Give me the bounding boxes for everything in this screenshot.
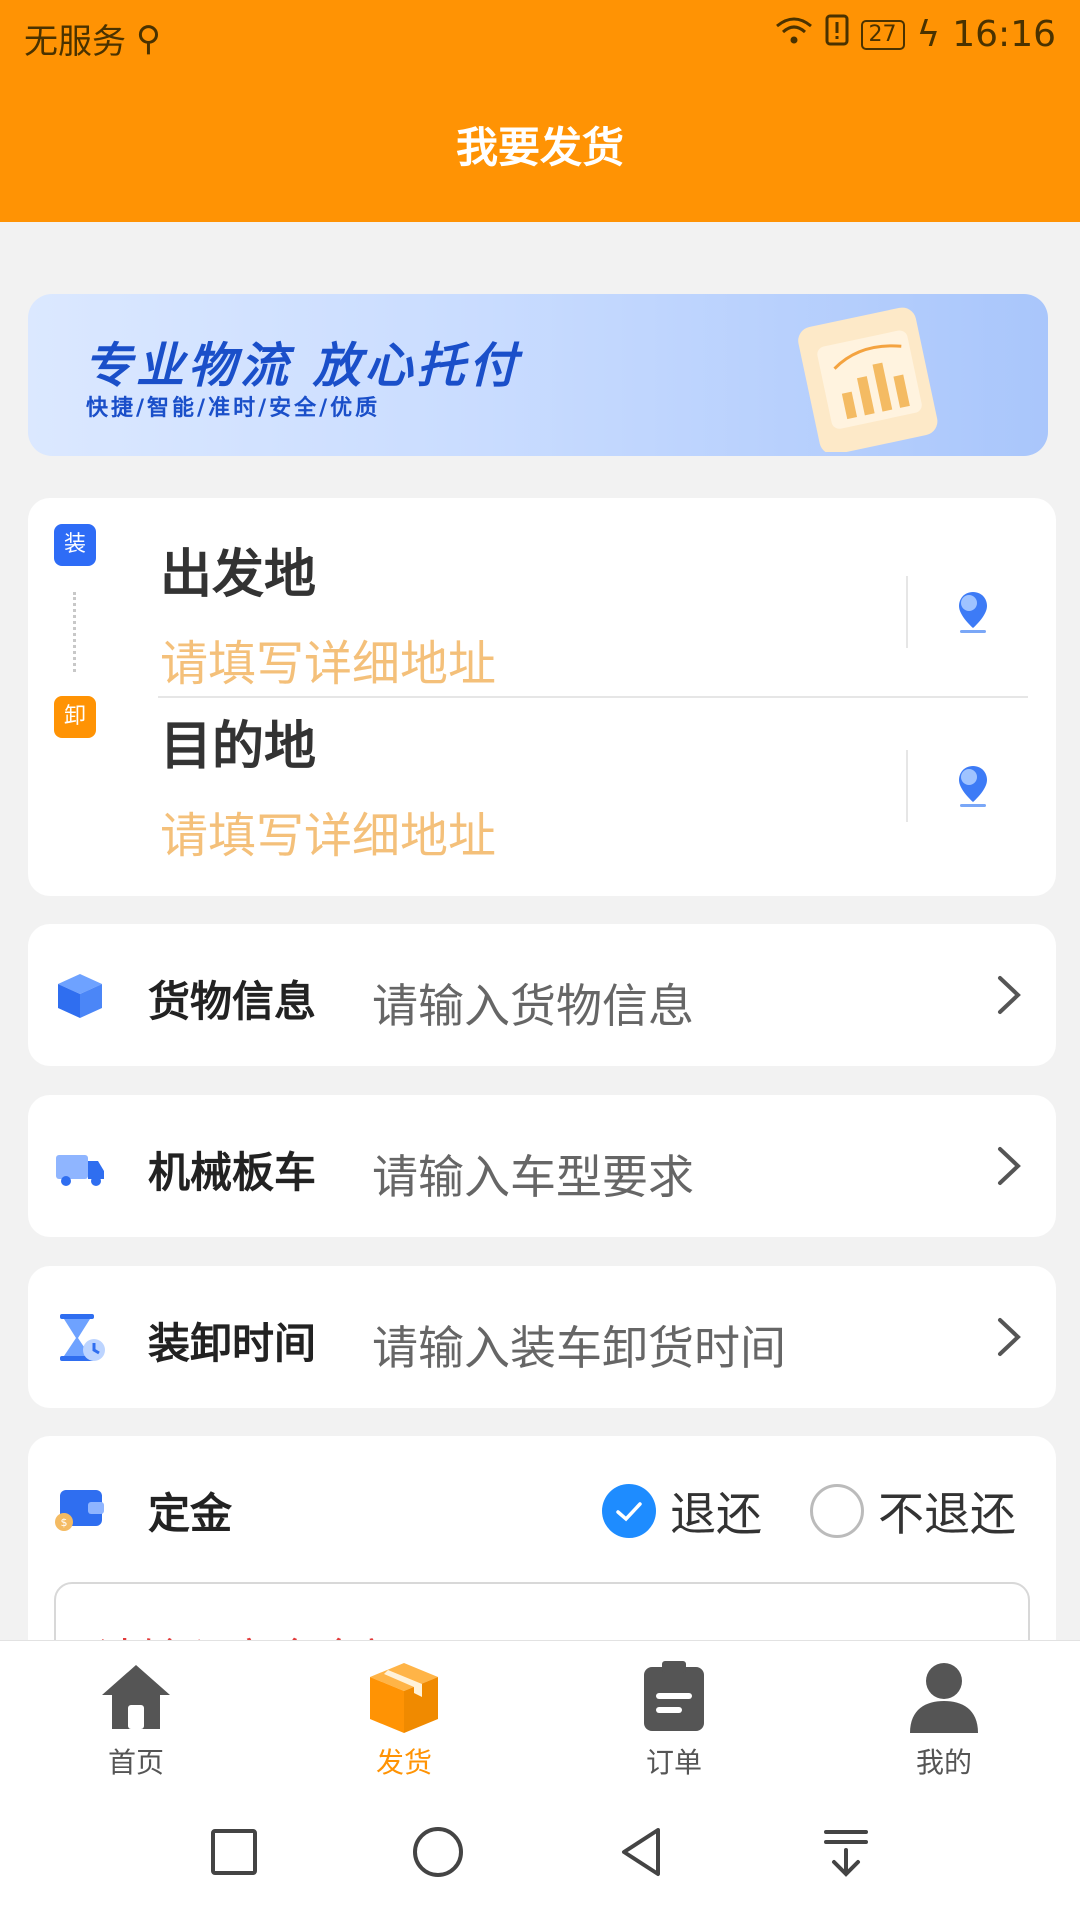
- truck-type-row[interactable]: 机械板车 请输入车型要求: [28, 1095, 1056, 1237]
- banner-title: 专业物流 放心托付: [84, 338, 521, 394]
- address-card: 装 卸 出发地 请填写详细地址 目的地 请填写详细地址: [28, 498, 1056, 896]
- status-bar: 无服务 ⚲ 27 ϟ 16:16: [0, 0, 1080, 76]
- deposit-label: 定金: [148, 1489, 233, 1538]
- user-icon: [910, 1663, 978, 1733]
- carrier-text: 无服务: [24, 22, 126, 62]
- refund-option-label[interactable]: 退还: [670, 1478, 762, 1544]
- cargo-info-row[interactable]: 货物信息 请输入货物信息: [28, 924, 1056, 1066]
- tab-home-label: 首页: [107, 1746, 164, 1779]
- destination-label: 目的地: [160, 717, 317, 777]
- wallet-icon: $: [55, 1490, 104, 1531]
- notification-pull-down-icon[interactable]: [816, 1822, 876, 1882]
- divider: [906, 576, 908, 648]
- tab-mine[interactable]: 我的: [874, 1657, 1014, 1781]
- battery-icon: 27: [860, 19, 905, 50]
- tab-home[interactable]: 首页: [66, 1657, 206, 1781]
- loading-time-row[interactable]: 装卸时间 请输入装车卸货时间: [28, 1266, 1056, 1408]
- package-icon: [370, 1663, 438, 1733]
- no-refund-radio[interactable]: [810, 1484, 864, 1538]
- truck-type-input[interactable]: 请输入车型要求: [372, 1141, 694, 1207]
- destination-location-pin-icon[interactable]: [948, 760, 998, 810]
- alert-icon: [825, 14, 849, 55]
- cargo-info-input[interactable]: 请输入货物信息: [372, 970, 694, 1036]
- hourglass-icon: [60, 1314, 105, 1361]
- check-icon: [616, 1502, 642, 1522]
- charging-icon: ϟ: [916, 14, 941, 55]
- page-title: 我要发货: [455, 123, 624, 172]
- home-circle-icon[interactable]: [408, 1822, 468, 1882]
- no-refund-option-label[interactable]: 不退还: [878, 1478, 1016, 1544]
- home-icon: [102, 1665, 170, 1729]
- route-dotted-line: [73, 592, 76, 672]
- tab-ship[interactable]: 发货: [334, 1657, 474, 1781]
- banner-subtitle: 快捷/智能/准时/安全/优质: [86, 396, 381, 421]
- loading-time-label: 装卸时间: [148, 1319, 317, 1368]
- refund-radio[interactable]: [602, 1484, 656, 1538]
- promo-banner[interactable]: 专业物流 放心托付 快捷/智能/准时/安全/优质: [28, 294, 1048, 456]
- header-bar: 无服务 ⚲ 27 ϟ 16:16 我要发货: [0, 0, 1080, 222]
- system-navigation-bar: [0, 1790, 1080, 1920]
- usb-icon: ⚲: [136, 18, 161, 59]
- back-triangle-icon[interactable]: [612, 1822, 672, 1882]
- bottom-tab-bar: 首页 发货 订单 我的: [0, 1640, 1080, 1790]
- load-tag: 装: [54, 524, 96, 566]
- tab-orders[interactable]: 订单: [604, 1657, 744, 1781]
- origin-location-pin-icon[interactable]: [948, 586, 998, 636]
- cargo-info-label: 货物信息: [148, 977, 317, 1026]
- truck-type-label: 机械板车: [148, 1148, 317, 1197]
- loading-time-input[interactable]: 请输入装车卸货时间: [372, 1312, 786, 1378]
- chevron-right-icon: [998, 976, 1021, 1014]
- destination-address-input[interactable]: 请填写详细地址: [160, 796, 496, 866]
- tab-mine-label: 我的: [915, 1746, 972, 1779]
- clock-text: 16:16: [952, 14, 1056, 55]
- unload-tag: 卸: [54, 696, 96, 738]
- chevron-right-icon: [998, 1318, 1021, 1356]
- divider: [906, 750, 908, 822]
- svg-text:$: $: [61, 1516, 68, 1529]
- recent-apps-icon[interactable]: [204, 1822, 264, 1882]
- chevron-right-icon: [998, 1147, 1021, 1185]
- order-icon: [644, 1661, 704, 1731]
- origin-address-input[interactable]: 请填写详细地址: [160, 624, 496, 694]
- origin-label: 出发地: [160, 545, 317, 605]
- tab-orders-label: 订单: [645, 1746, 702, 1779]
- truck-icon: [56, 1155, 104, 1186]
- address-divider: [158, 696, 1028, 698]
- chart-illustration-icon: [798, 307, 938, 452]
- wifi-icon: [775, 14, 813, 55]
- cargo-box-icon: [58, 974, 102, 1018]
- tab-ship-label: 发货: [375, 1746, 432, 1779]
